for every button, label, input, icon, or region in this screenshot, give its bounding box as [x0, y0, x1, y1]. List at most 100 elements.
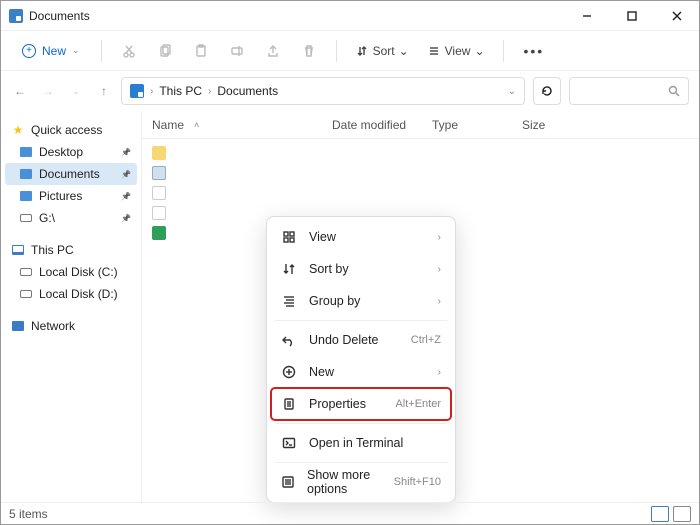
column-size[interactable]: Size: [512, 118, 572, 132]
menu-group-by[interactable]: Group by›: [271, 285, 451, 317]
shortcut: Ctrl+Z: [411, 334, 441, 346]
file-icon: [152, 206, 166, 220]
view-icon: [427, 44, 441, 58]
sidebar-item-gdrive[interactable]: G:\: [5, 207, 137, 229]
view-button[interactable]: View ⌄: [421, 40, 491, 62]
search-input[interactable]: [569, 77, 689, 105]
chevron-right-icon: ›: [150, 86, 153, 97]
breadcrumb-seg[interactable]: Documents: [217, 84, 278, 98]
new-button[interactable]: + New ⌄: [13, 39, 89, 63]
cut-icon[interactable]: [114, 36, 144, 66]
close-button[interactable]: [654, 1, 699, 31]
pictures-icon: [19, 189, 33, 203]
search-icon: [668, 85, 680, 97]
sort-icon: [355, 44, 369, 58]
sidebar-item-desktop[interactable]: Desktop: [5, 141, 137, 163]
delete-icon[interactable]: [294, 36, 324, 66]
drive-icon: [19, 265, 33, 279]
drive-icon: [19, 287, 33, 301]
star-icon: ★: [11, 123, 25, 137]
details-view-button[interactable]: [651, 506, 669, 522]
menu-sort-by[interactable]: Sort by›: [271, 253, 451, 285]
sidebar-item-pictures[interactable]: Pictures: [5, 185, 137, 207]
separator: [275, 320, 447, 321]
thumbnails-view-button[interactable]: [673, 506, 691, 522]
list-item[interactable]: [142, 163, 699, 183]
chevron-right-icon: ›: [438, 232, 441, 243]
view-mode-buttons: [651, 506, 691, 522]
more-button[interactable]: •••: [516, 39, 553, 63]
sort-ascending-icon: ˄: [194, 120, 199, 130]
breadcrumb[interactable]: › This PC › Documents ⌄: [121, 77, 525, 105]
sidebar-item-documents[interactable]: Documents: [5, 163, 137, 185]
more-options-icon: [281, 474, 295, 490]
column-type[interactable]: Type: [422, 118, 512, 132]
shortcut: Shift+F10: [394, 476, 441, 488]
copy-icon[interactable]: [150, 36, 180, 66]
plus-circle-icon: [281, 364, 297, 380]
chevron-down-icon[interactable]: ⌄: [508, 86, 516, 97]
refresh-button[interactable]: [533, 77, 561, 105]
chevron-right-icon: ›: [208, 86, 211, 97]
plus-icon: +: [22, 44, 36, 58]
chevron-down-icon: ⌄: [72, 45, 80, 56]
undo-icon: [281, 332, 297, 348]
sidebar-network[interactable]: Network: [5, 315, 137, 337]
separator: [275, 423, 447, 424]
shortcut: Alt+Enter: [395, 398, 441, 410]
sidebar-quick-access[interactable]: ★Quick access: [5, 119, 137, 141]
grid-icon: [281, 229, 297, 245]
menu-properties[interactable]: PropertiesAlt+Enter: [271, 388, 451, 420]
chevron-right-icon: ›: [438, 264, 441, 275]
column-date[interactable]: Date modified: [322, 118, 422, 132]
maximize-button[interactable]: [609, 1, 654, 31]
location-icon: [130, 84, 144, 98]
nav-arrows: ← → ⌄ ↑: [11, 84, 113, 98]
drive-icon: [19, 211, 33, 225]
properties-icon: [281, 396, 297, 412]
menu-view[interactable]: View›: [271, 221, 451, 253]
recent-dropdown[interactable]: ⌄: [67, 86, 85, 97]
file-icon: [152, 226, 166, 240]
sidebar-item-c-drive[interactable]: Local Disk (C:): [5, 261, 137, 283]
column-name[interactable]: Name˄: [142, 118, 322, 132]
file-icon: [152, 186, 166, 200]
sidebar-item-d-drive[interactable]: Local Disk (D:): [5, 283, 137, 305]
group-icon: [281, 293, 297, 309]
up-button[interactable]: ↑: [95, 84, 113, 98]
chevron-down-icon: ⌄: [474, 44, 484, 58]
sidebar-this-pc[interactable]: This PC: [5, 239, 137, 261]
list-item[interactable]: [142, 143, 699, 163]
rename-icon[interactable]: [222, 36, 252, 66]
list-item[interactable]: [142, 183, 699, 203]
desktop-icon: [19, 145, 33, 159]
breadcrumb-seg[interactable]: This PC: [159, 84, 202, 98]
menu-new[interactable]: New›: [271, 356, 451, 388]
minimize-button[interactable]: [564, 1, 609, 31]
share-icon[interactable]: [258, 36, 288, 66]
separator: [275, 462, 447, 463]
paste-icon[interactable]: [186, 36, 216, 66]
documents-icon: [19, 167, 33, 181]
view-label: View: [445, 44, 471, 58]
file-icon: [152, 166, 166, 180]
menu-undo-delete[interactable]: Undo DeleteCtrl+Z: [271, 324, 451, 356]
navigation-row: ← → ⌄ ↑ › This PC › Documents ⌄: [1, 71, 699, 111]
sort-button[interactable]: Sort ⌄: [349, 40, 415, 62]
sidebar: ★Quick access Desktop Documents Pictures…: [1, 111, 141, 502]
forward-button[interactable]: →: [39, 84, 57, 98]
status-item-count: 5 items: [9, 507, 48, 521]
separator: [503, 40, 504, 62]
new-label: New: [42, 44, 66, 58]
titlebar: Documents: [1, 1, 699, 31]
chevron-right-icon: ›: [438, 296, 441, 307]
terminal-icon: [281, 435, 297, 451]
network-icon: [11, 319, 25, 333]
statusbar: 5 items: [1, 502, 699, 524]
menu-show-more[interactable]: Show more optionsShift+F10: [271, 466, 451, 498]
chevron-down-icon: ⌄: [399, 44, 409, 58]
context-menu: View› Sort by› Group by› Undo DeleteCtrl…: [266, 216, 456, 503]
folder-icon: [152, 146, 166, 160]
menu-open-terminal[interactable]: Open in Terminal: [271, 427, 451, 459]
back-button[interactable]: ←: [11, 84, 29, 98]
